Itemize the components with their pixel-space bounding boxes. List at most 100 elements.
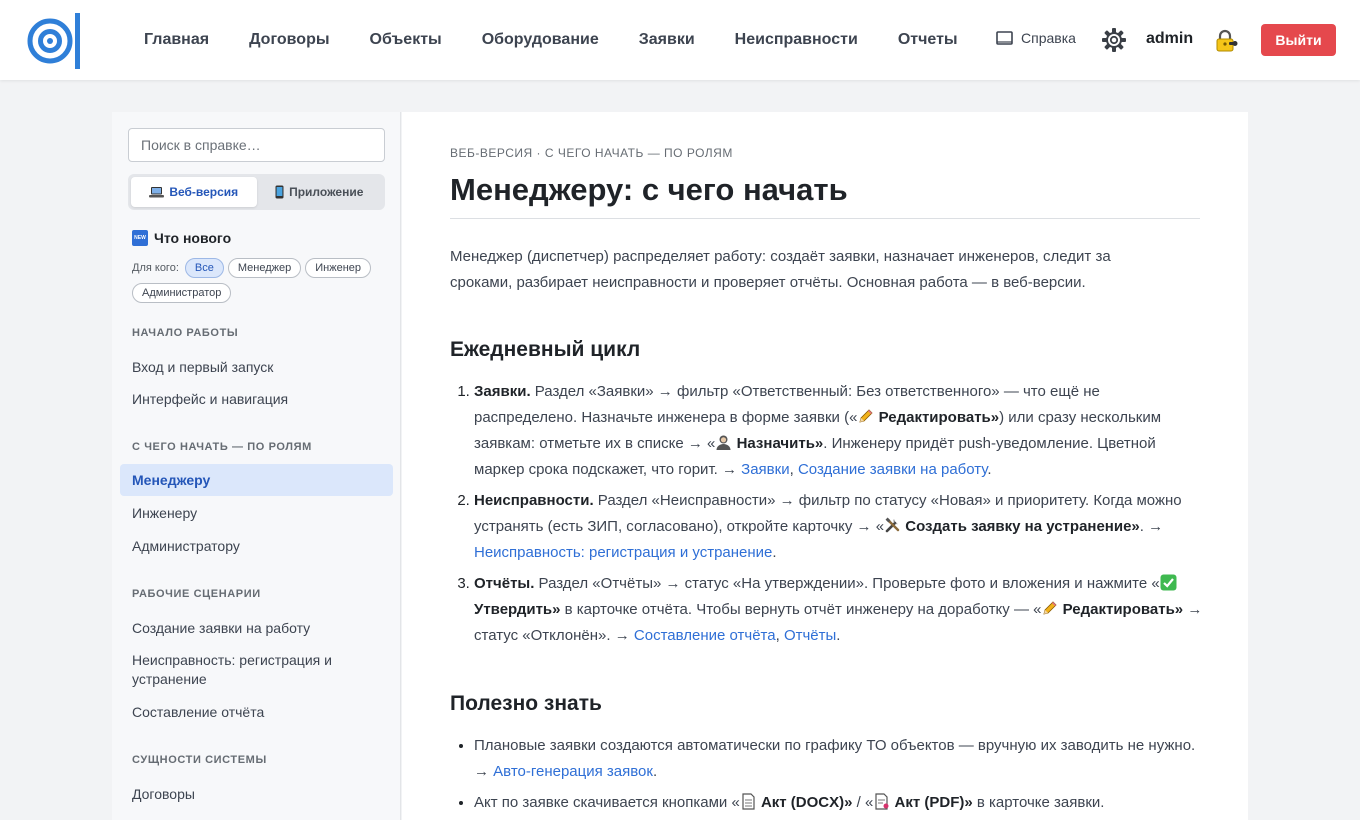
nav-requests[interactable]: Заявки <box>619 31 715 49</box>
list-item: Неисправности. Раздел «Неисправности» → … <box>474 488 1204 566</box>
seg-app[interactable]: Приложение <box>257 177 383 207</box>
top-bar: Главная Договоры Объекты Оборудование За… <box>0 0 1360 80</box>
period: . <box>987 461 992 478</box>
chip-admin[interactable]: Администратор <box>132 283 232 303</box>
approve-ref-label: Утвердить» <box>474 601 561 618</box>
sidebar-item-engineer[interactable]: Инженеру <box>132 504 382 523</box>
platform-switch: Веб-версия Приложение <box>128 174 385 210</box>
step-text: Раздел «Отчёты» → статус «На утверждении… <box>534 575 1160 592</box>
tools-icon <box>885 517 900 533</box>
section-title-entities: СУЩНОСТИ СИСТЕМЫ <box>132 754 267 766</box>
step-text: в карточке отчёта. Чтобы вернуть отчёт и… <box>560 601 1042 618</box>
act-pdf-ref: Акт (PDF)» <box>873 793 973 811</box>
sidebar-item-create-request[interactable]: Создание заявки на работу <box>132 619 382 638</box>
assign-ref-label: Назначить» <box>732 435 824 452</box>
sidebar-item-fault-handling[interactable]: Неисправность: регистрация и устранение <box>132 651 382 689</box>
sidebar-item-contracts[interactable]: Договоры <box>132 785 382 804</box>
pdf-document-icon <box>875 793 889 810</box>
daily-steps-list: Заявки. Раздел «Заявки» → фильтр «Ответс… <box>474 379 1204 654</box>
nav-objects[interactable]: Объекты <box>350 31 462 49</box>
nav-contracts[interactable]: Договоры <box>229 31 349 49</box>
lock-key-icon[interactable] <box>1214 29 1238 53</box>
tip-text: в карточке заявки. <box>972 794 1105 811</box>
nav-faults[interactable]: Неисправности <box>715 31 878 49</box>
seg-web-label: Веб-версия <box>169 185 239 199</box>
user-name[interactable]: admin <box>1146 30 1193 48</box>
act-pdf-label: Акт (PDF)» <box>890 794 973 811</box>
edit-ref: Редактировать» <box>1041 601 1183 618</box>
chip-manager[interactable]: Менеджер <box>227 258 302 278</box>
link-fault-handling[interactable]: Неисправность: регистрация и устранение <box>474 544 772 561</box>
step-text: . → <box>1139 518 1164 535</box>
logout-button[interactable]: Выйти <box>1261 24 1336 56</box>
gear-icon[interactable] <box>1101 27 1127 53</box>
act-docx-ref: Акт (DOCX)» <box>740 793 853 811</box>
help-link-label: Справка <box>1021 30 1076 46</box>
audience-filter: Для кого: Все Менеджер Инженер Администр… <box>132 258 392 303</box>
laptop-icon <box>149 187 165 198</box>
list-item: Заявки. Раздел «Заявки» → фильтр «Ответс… <box>474 379 1204 483</box>
create-fix-request-ref: Создать заявку на устранение» <box>884 517 1140 535</box>
heading-daily-cycle: Ежедневный цикл <box>450 338 641 361</box>
book-icon <box>996 31 1013 45</box>
list-item: Плановые заявки создаются автоматически … <box>474 733 1204 785</box>
help-link[interactable]: Справка <box>996 30 1076 46</box>
new-badge-icon: NEW <box>132 230 148 246</box>
pencil-icon <box>859 409 874 423</box>
link-requests[interactable]: Заявки <box>741 461 789 478</box>
assign-ref: Назначить» <box>715 435 823 452</box>
whats-new-label: Что нового <box>154 230 232 246</box>
period: . <box>652 763 658 780</box>
list-item: Отчёты. Раздел «Отчёты» → статус «На утв… <box>474 571 1204 649</box>
main-nav: Главная Договоры Объекты Оборудование За… <box>124 0 978 80</box>
edit-ref-label: Редактировать» <box>1058 601 1184 618</box>
article: ВЕБ-ВЕРСИЯ · С ЧЕГО НАЧАТЬ — ПО РОЛЯМ Ме… <box>402 112 1248 820</box>
intro-paragraph: Менеджер (диспетчер) распределяет работу… <box>450 248 1111 291</box>
link-create-request[interactable]: Создание заявки на работу <box>798 461 987 478</box>
tip-text: / « <box>852 794 874 811</box>
help-sidebar: Веб-версия Приложение NEW Что нового Для… <box>112 112 401 820</box>
period: . <box>836 627 841 644</box>
whats-new-link[interactable]: NEW Что нового <box>132 230 231 246</box>
separator: , <box>775 627 784 644</box>
nav-reports[interactable]: Отчеты <box>878 31 978 49</box>
section-title-getting-started: НАЧАЛО РАБОТЫ <box>132 327 239 339</box>
sidebar-item-report[interactable]: Составление отчёта <box>132 703 382 722</box>
section-title-roles: С ЧЕГО НАЧАТЬ — ПО РОЛЯМ <box>132 441 312 453</box>
title-divider <box>450 218 1200 219</box>
separator: , <box>789 461 798 478</box>
person-icon <box>716 435 731 450</box>
document-icon <box>742 793 755 810</box>
tip-text: Акт по заявке скачивается кнопками « <box>474 794 740 811</box>
link-reports[interactable]: Отчёты <box>784 627 836 644</box>
audience-label: Для кого: <box>132 262 179 274</box>
period: . <box>772 544 777 561</box>
breadcrumb: ВЕБ-ВЕРСИЯ · С ЧЕГО НАЧАТЬ — ПО РОЛЯМ <box>450 146 733 160</box>
act-docx-label: Акт (DOCX)» <box>756 794 853 811</box>
chip-all[interactable]: Все <box>184 258 224 278</box>
create-fix-request-label: Создать заявку на устранение» <box>901 518 1140 535</box>
step-title: Заявки. <box>474 383 531 400</box>
nav-home[interactable]: Главная <box>124 31 229 49</box>
heading-useful: Полезно знать <box>450 692 602 715</box>
sidebar-item-administrator[interactable]: Администратору <box>132 537 382 556</box>
phone-icon <box>275 185 284 199</box>
nav-equipment[interactable]: Оборудование <box>462 31 619 49</box>
chip-engineer[interactable]: Инженер <box>305 258 372 278</box>
link-report[interactable]: Составление отчёта <box>634 627 776 644</box>
pencil-icon <box>1043 601 1058 615</box>
page-title: Менеджеру: с чего начать <box>450 172 848 207</box>
step-title: Неисправности. <box>474 492 594 509</box>
link-auto-generation[interactable]: Авто-генерация заявок <box>493 763 653 780</box>
app-logo-icon[interactable] <box>26 12 84 70</box>
sidebar-item-manager[interactable]: Менеджеру <box>120 464 393 496</box>
section-title-scenarios: РАБОЧИЕ СЦЕНАРИИ <box>132 588 261 600</box>
step-title: Отчёты. <box>474 575 535 592</box>
sidebar-item-interface[interactable]: Интерфейс и навигация <box>132 390 382 409</box>
sidebar-item-login[interactable]: Вход и первый запуск <box>132 358 382 377</box>
help-search-input[interactable] <box>128 128 385 162</box>
seg-web-version[interactable]: Веб-версия <box>131 177 257 207</box>
edit-ref: Редактировать» <box>857 409 999 426</box>
check-mark-icon <box>1160 574 1177 591</box>
edit-ref-label: Редактировать» <box>874 409 1000 426</box>
